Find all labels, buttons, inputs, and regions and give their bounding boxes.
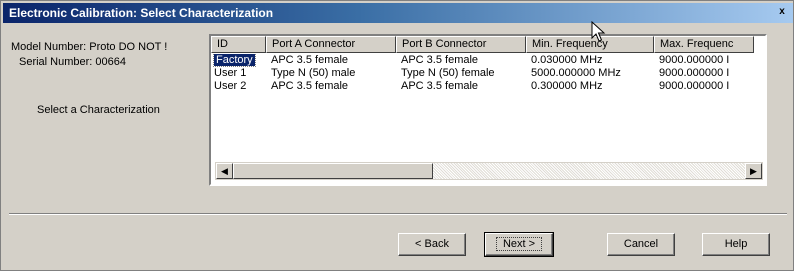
- cancel-button-label: Cancel: [623, 238, 659, 250]
- model-number-label: Model Number: Proto DO NOT !: [11, 41, 168, 53]
- characterization-list[interactable]: ID Port A Connector Port B Connector Min…: [209, 34, 767, 186]
- cancel-button[interactable]: Cancel: [607, 233, 675, 256]
- dialog-window: Electronic Calibration: Select Character…: [0, 0, 794, 271]
- cell-id: User 1: [211, 67, 266, 80]
- cell-id-text: User 2: [214, 80, 247, 92]
- scroll-left-arrow-icon[interactable]: ◀: [216, 163, 233, 179]
- column-header-min-frequency[interactable]: Min. Frequency: [526, 36, 654, 53]
- cell-max-frequency: 9000.000000 I: [659, 54, 730, 66]
- back-button-label: < Back: [415, 238, 449, 250]
- cell-port-b: APC 3.5 female: [401, 54, 479, 66]
- window-title: Electronic Calibration: Select Character…: [9, 6, 274, 20]
- help-button-label: Help: [724, 238, 748, 250]
- table-row-user-2[interactable]: User 2 APC 3.5 female APC 3.5 female 0.3…: [211, 80, 765, 93]
- cell-id: Factory: [211, 54, 266, 67]
- cell-max-frequency: 9000.000000 I: [659, 80, 730, 92]
- cell-port-b: APC 3.5 female: [401, 80, 479, 92]
- table-row-factory[interactable]: Factory APC 3.5 female APC 3.5 female 0.…: [211, 54, 765, 67]
- list-body: Factory APC 3.5 female APC 3.5 female 0.…: [211, 54, 765, 93]
- scrollbar-thumb[interactable]: [233, 163, 433, 179]
- help-button[interactable]: Help: [702, 233, 770, 256]
- cell-port-a: APC 3.5 female: [271, 54, 349, 66]
- list-header: ID Port A Connector Port B Connector Min…: [211, 36, 754, 53]
- select-characterization-label: Select a Characterization: [37, 104, 160, 116]
- cell-port-b: Type N (50) female: [401, 67, 495, 79]
- cell-min-frequency: 0.030000 MHz: [531, 54, 603, 66]
- cell-id-text: Factory: [213, 54, 256, 67]
- next-button[interactable]: Next >: [484, 232, 554, 257]
- divider: [9, 213, 787, 215]
- close-icon[interactable]: x: [775, 5, 789, 19]
- serial-number-label: Serial Number: 00664: [19, 56, 127, 68]
- cell-id-text: User 1: [214, 67, 247, 79]
- next-button-label: Next >: [495, 237, 543, 251]
- cell-min-frequency: 5000.000000 MHz: [531, 67, 621, 79]
- table-row-user-1[interactable]: User 1 Type N (50) male Type N (50) fema…: [211, 67, 765, 80]
- title-bar[interactable]: Electronic Calibration: Select Character…: [3, 3, 793, 23]
- cell-port-a: Type N (50) male: [271, 67, 356, 79]
- cell-max-frequency: 9000.000000 I: [659, 67, 730, 79]
- column-header-id[interactable]: ID: [211, 36, 266, 53]
- column-header-max-frequency[interactable]: Max. Frequenc: [654, 36, 754, 53]
- column-header-port-a[interactable]: Port A Connector: [266, 36, 396, 53]
- cell-min-frequency: 0.300000 MHz: [531, 80, 603, 92]
- cell-port-a: APC 3.5 female: [271, 80, 349, 92]
- cell-id: User 2: [211, 80, 266, 93]
- column-header-port-b[interactable]: Port B Connector: [396, 36, 526, 53]
- back-button[interactable]: < Back: [398, 233, 466, 256]
- scroll-right-arrow-icon[interactable]: ▶: [745, 163, 762, 179]
- horizontal-scrollbar[interactable]: ◀ ▶: [215, 162, 763, 180]
- mouse-pointer-icon: [591, 21, 606, 42]
